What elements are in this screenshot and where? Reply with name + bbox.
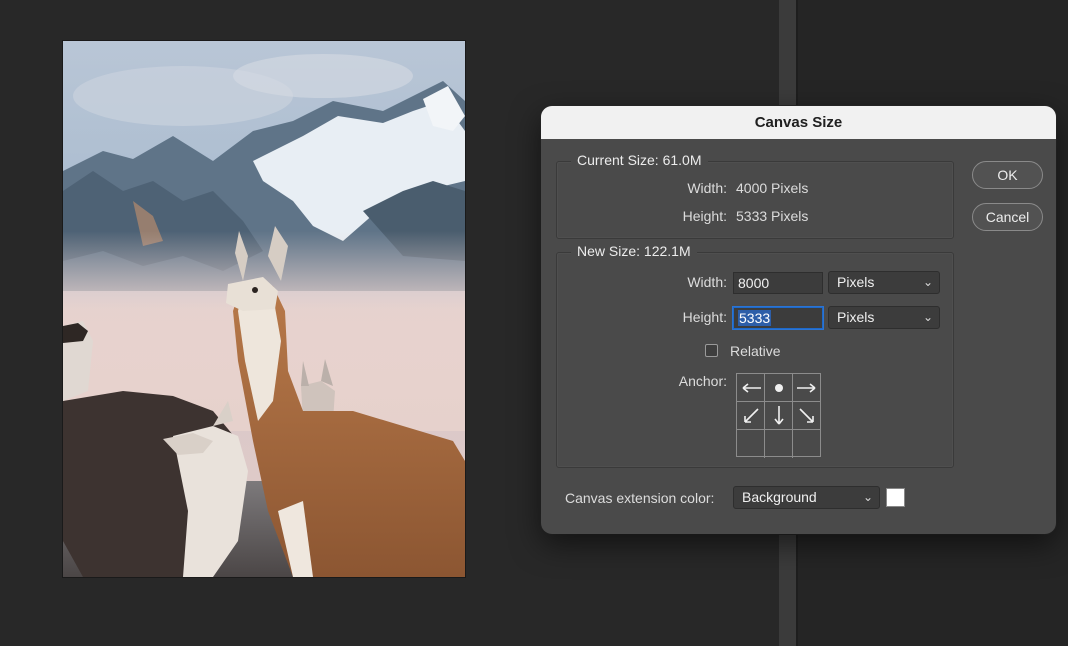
chevron-down-icon: ⌄ xyxy=(922,310,933,324)
anchor-bottom-center[interactable] xyxy=(765,430,793,458)
new-height-input[interactable]: 5333 xyxy=(733,307,823,329)
arrow-down-right-icon xyxy=(799,407,814,423)
chevron-down-icon: ⌄ xyxy=(922,275,933,289)
new-height-label: Height: xyxy=(682,309,727,325)
anchor-middle-center[interactable] xyxy=(765,402,793,430)
extension-color-select[interactable]: Background ⌄ xyxy=(733,486,880,509)
extension-color-swatch[interactable] xyxy=(886,488,905,507)
new-height-selected-text: 5333 xyxy=(738,310,772,326)
dot-icon xyxy=(774,383,783,392)
current-height-label: Height: xyxy=(682,208,727,224)
chevron-down-icon: ⌄ xyxy=(862,490,873,504)
new-width-input[interactable]: 8000 xyxy=(733,272,823,294)
current-height-value: 5333 Pixels xyxy=(736,208,809,224)
arrow-right-icon xyxy=(797,382,816,393)
current-size-group xyxy=(556,161,954,239)
cancel-button[interactable]: Cancel xyxy=(972,203,1043,231)
anchor-middle-left[interactable] xyxy=(737,402,765,430)
anchor-grid[interactable] xyxy=(736,373,821,458)
anchor-top-right[interactable] xyxy=(793,374,821,402)
canvas-size-dialog: Canvas Size Current Size: 61.0M Width: 4… xyxy=(541,106,1056,534)
relative-label: Relative xyxy=(730,343,781,359)
new-height-unit-value: Pixels xyxy=(837,309,875,325)
new-width-unit-select[interactable]: Pixels ⌄ xyxy=(828,271,940,294)
extension-color-value: Background xyxy=(742,489,817,505)
document-canvas-llama-photo[interactable] xyxy=(63,41,465,577)
current-width-value: 4000 Pixels xyxy=(736,180,809,196)
new-width-unit-value: Pixels xyxy=(837,274,875,290)
ok-button[interactable]: OK xyxy=(972,161,1043,189)
relative-checkbox[interactable] xyxy=(705,344,718,357)
current-size-heading: Current Size: 61.0M xyxy=(571,152,708,168)
new-width-label: Width: xyxy=(687,274,727,290)
dialog-title: Canvas Size xyxy=(541,106,1056,139)
anchor-bottom-right[interactable] xyxy=(793,430,821,458)
anchor-bottom-left[interactable] xyxy=(737,430,765,458)
arrow-down-left-icon xyxy=(743,407,759,423)
anchor-middle-right[interactable] xyxy=(793,402,821,430)
new-height-unit-select[interactable]: Pixels ⌄ xyxy=(828,306,940,329)
extension-color-label: Canvas extension color: xyxy=(565,490,715,506)
anchor-top-left[interactable] xyxy=(737,374,765,402)
new-size-heading: New Size: 122.1M xyxy=(571,243,697,259)
arrow-down-icon xyxy=(773,405,784,424)
anchor-label: Anchor: xyxy=(678,373,727,389)
anchor-top-center[interactable] xyxy=(765,374,793,402)
current-width-label: Width: xyxy=(687,180,727,196)
arrow-left-icon xyxy=(742,382,761,393)
